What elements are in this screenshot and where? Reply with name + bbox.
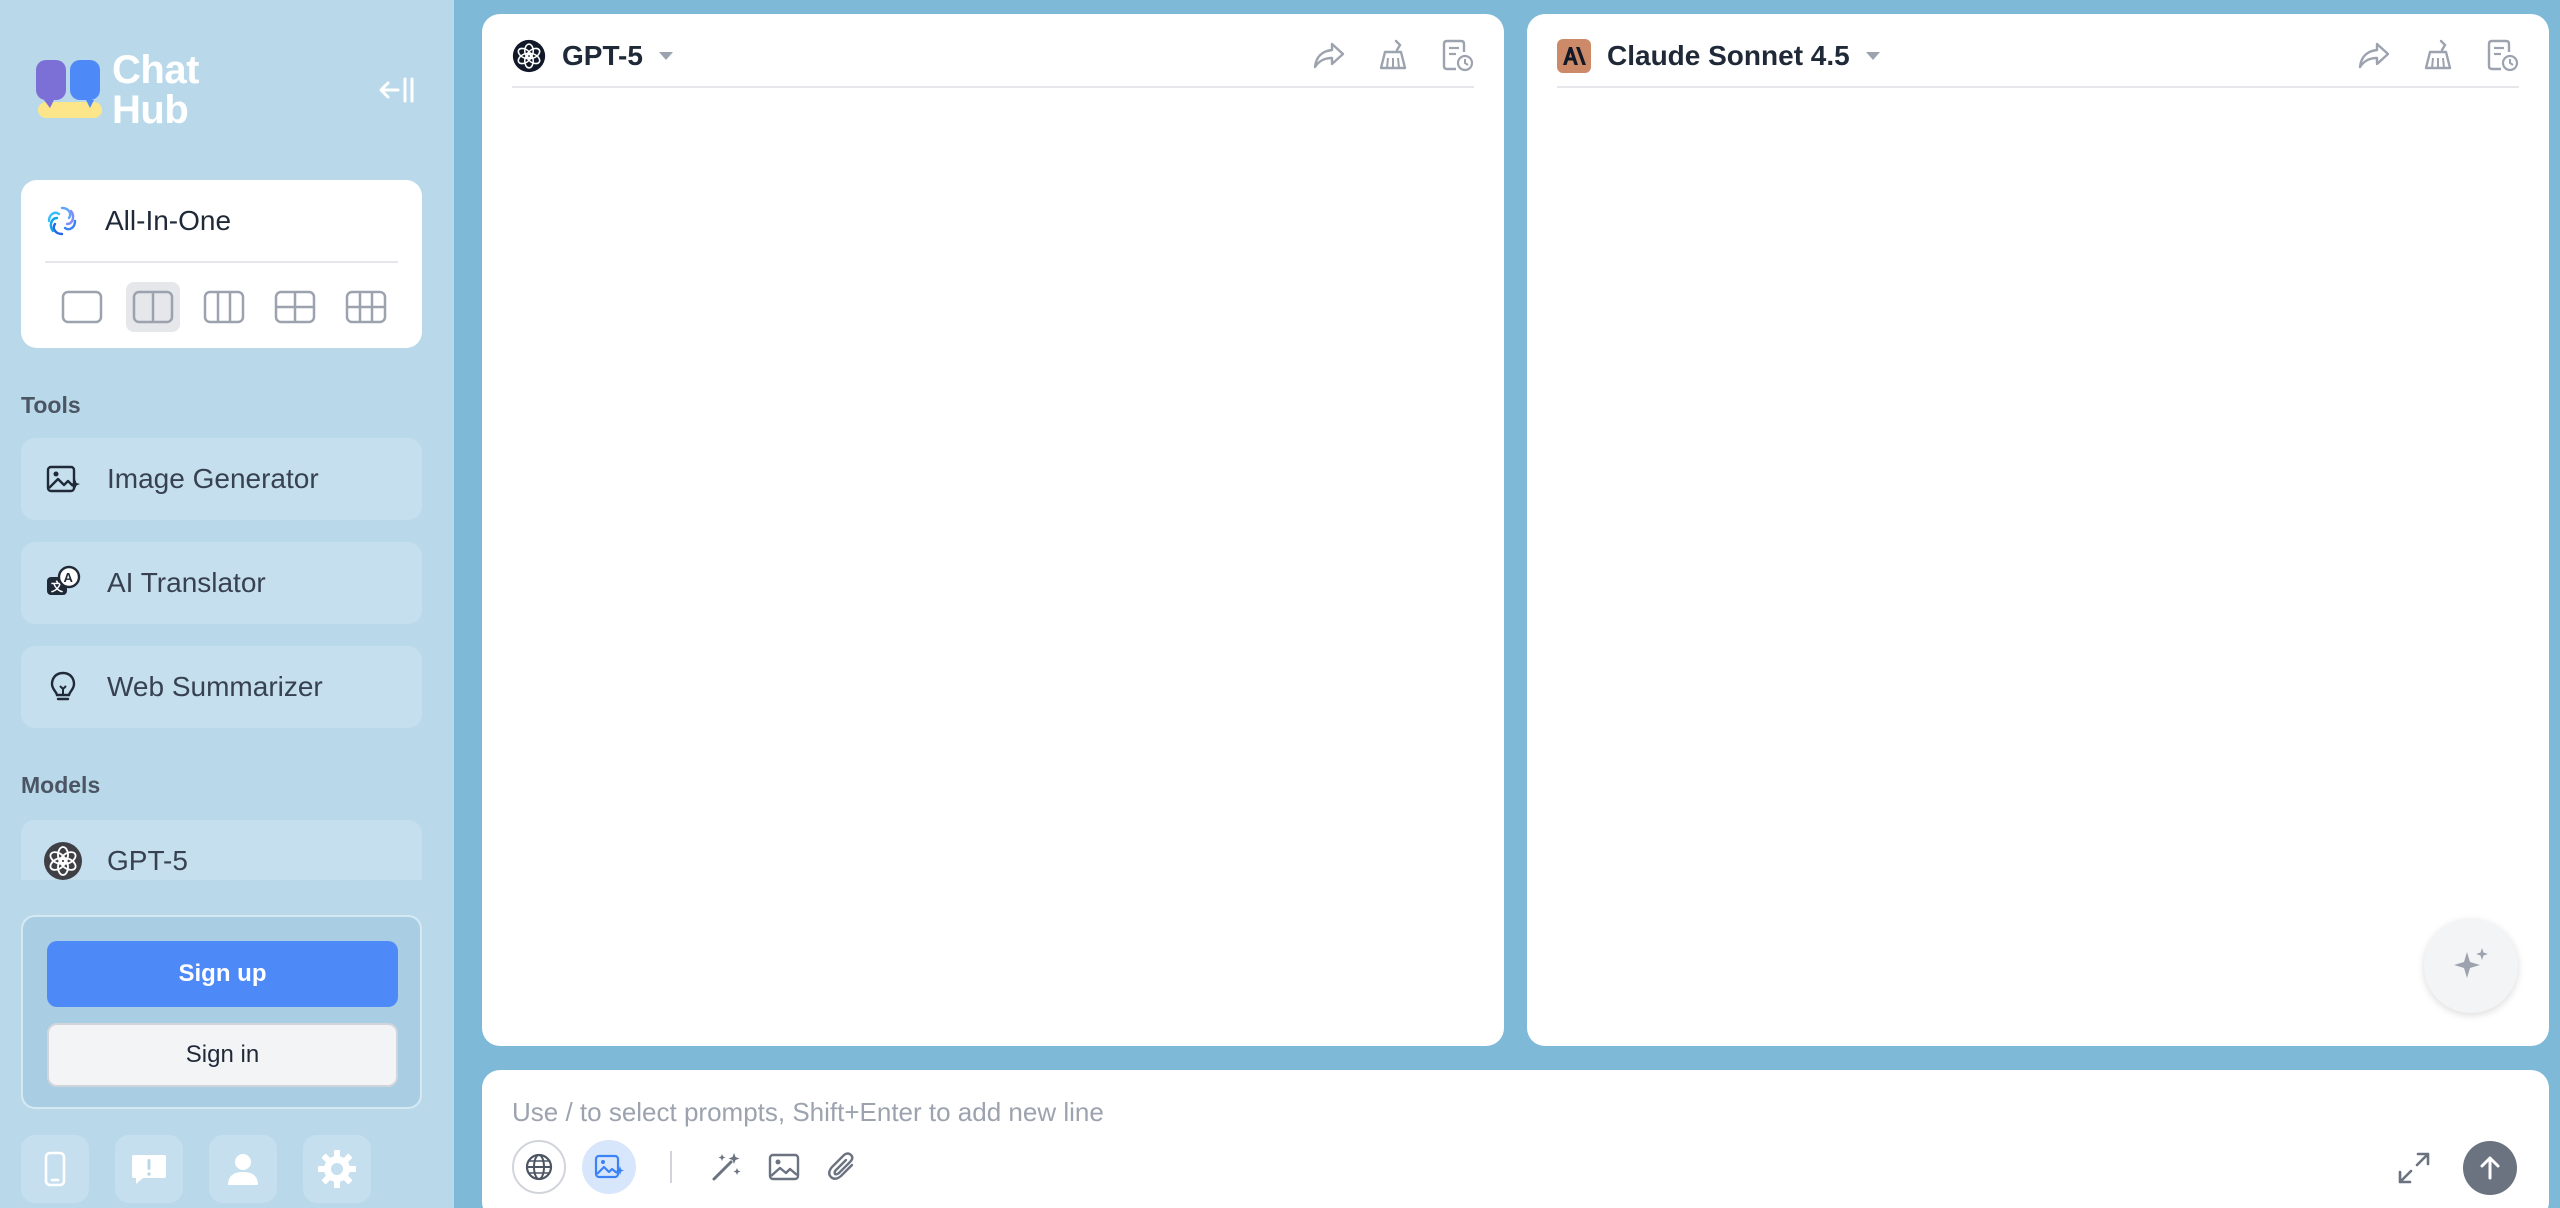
translate-icon: 文 A: [47, 565, 81, 595]
settings-button[interactable]: [303, 1135, 371, 1203]
panel-actions: [1312, 38, 1474, 72]
model-label: GPT-5: [107, 845, 188, 876]
svg-text:A: A: [64, 570, 74, 585]
history-icon[interactable]: [2485, 38, 2519, 72]
layout-single-button[interactable]: [55, 282, 109, 332]
chat-panel-gpt-5: GPT-5: [482, 14, 1504, 1046]
prompt-input[interactable]: [512, 1092, 2412, 1132]
model-gpt-5[interactable]: GPT-5: [21, 820, 422, 880]
prompt-enhance-button[interactable]: [706, 1147, 746, 1187]
spiral-logo-icon: [47, 206, 77, 236]
models-section-title: Models: [21, 772, 101, 798]
chathub-logo[interactable]: Chat Hub: [34, 50, 224, 130]
toolbar-divider: [670, 1151, 672, 1183]
sign-in-button[interactable]: Sign in: [47, 1023, 398, 1087]
image-sparkle-icon: [46, 465, 80, 493]
magic-wand-icon: [712, 1153, 741, 1181]
tool-label: Web Summarizer: [107, 671, 323, 702]
layout-grid-3x2-button[interactable]: [339, 282, 393, 332]
sidebar-footer: [21, 1135, 371, 1203]
history-icon[interactable]: [1440, 38, 1474, 72]
input-toolbar: [512, 1140, 880, 1194]
chat-panel-claude-sonnet: Claude Sonnet 4.5: [1527, 14, 2549, 1046]
paperclip-icon: [828, 1152, 854, 1180]
chathub-logo-icon: [36, 60, 102, 118]
all-in-one-label: All-In-One: [105, 205, 232, 236]
model-switcher[interactable]: GPT-5: [562, 40, 643, 72]
tool-image-generator[interactable]: Image Generator: [21, 438, 422, 520]
layout-three-column-button[interactable]: [197, 282, 251, 332]
image-icon: [768, 1153, 800, 1181]
layout-grid-2x2-icon: [274, 290, 316, 324]
logo-text: Chat Hub: [112, 50, 199, 130]
share-icon[interactable]: [2357, 38, 2391, 72]
anthropic-icon: [1557, 39, 1591, 73]
settings-gear-icon: [318, 1150, 356, 1188]
account-button[interactable]: [209, 1135, 277, 1203]
all-in-one-button[interactable]: All-In-One: [45, 200, 231, 242]
share-icon[interactable]: [1312, 38, 1346, 72]
collapse-sidebar-icon[interactable]: [378, 72, 418, 108]
feedback-icon: [132, 1155, 166, 1184]
image-generation-toggle[interactable]: [582, 1140, 636, 1194]
mobile-icon: [44, 1151, 66, 1187]
arrow-up-icon: [2480, 1156, 2500, 1180]
tool-label: Image Generator: [107, 463, 319, 494]
sign-up-button[interactable]: Sign up: [47, 941, 398, 1007]
all-in-one-card: All-In-One: [21, 180, 422, 348]
panel-actions: [2357, 38, 2519, 72]
logo-line-hub: Hub: [112, 88, 189, 132]
chevron-down-icon[interactable]: [1864, 50, 1882, 62]
logo-line-chat: Chat: [112, 48, 199, 92]
send-button[interactable]: [2463, 1141, 2517, 1195]
layout-two-column-button[interactable]: [126, 282, 180, 332]
panel-header: Claude Sonnet 4.5: [1557, 26, 2519, 88]
feedback-button[interactable]: [115, 1135, 183, 1203]
openai-icon: [512, 39, 546, 73]
user-icon: [228, 1154, 258, 1185]
globe-icon: [525, 1153, 553, 1181]
layout-grid-3x2-icon: [345, 290, 387, 324]
layout-three-column-icon: [203, 290, 245, 324]
layout-grid-2x2-button[interactable]: [268, 282, 322, 332]
tool-web-summarizer[interactable]: Web Summarizer: [21, 646, 422, 728]
model-switcher[interactable]: Claude Sonnet 4.5: [1607, 40, 1850, 72]
mobile-app-button[interactable]: [21, 1135, 89, 1203]
tool-ai-translator[interactable]: 文 A AI Translator: [21, 542, 422, 624]
clear-chat-broom-icon[interactable]: [2421, 38, 2455, 72]
layout-single-icon: [61, 290, 103, 324]
sparkle-icon: [2454, 948, 2488, 978]
lightbulb-icon: [50, 671, 76, 701]
clear-chat-broom-icon[interactable]: [1376, 38, 1410, 72]
tools-section-title: Tools: [21, 392, 81, 418]
layout-selector: [55, 282, 393, 332]
image-sparkle-icon: [594, 1154, 624, 1179]
attach-file-button[interactable]: [822, 1147, 862, 1187]
auth-card: Sign up Sign in: [21, 915, 422, 1109]
panel-header: GPT-5: [512, 26, 1474, 88]
upload-image-button[interactable]: [764, 1147, 804, 1187]
sparkle-assistant-button[interactable]: [2424, 919, 2518, 1013]
openai-icon: [44, 842, 82, 880]
web-access-button[interactable]: [512, 1140, 566, 1194]
chat-input-area: [482, 1070, 2549, 1208]
sidebar: Chat Hub All-In-One Tools Image Generato…: [0, 0, 454, 1208]
tool-label: AI Translator: [107, 567, 266, 598]
divider: [45, 261, 398, 263]
layout-two-column-icon: [132, 290, 174, 324]
expand-input-icon[interactable]: [2394, 1148, 2434, 1188]
chevron-down-icon[interactable]: [657, 50, 675, 62]
